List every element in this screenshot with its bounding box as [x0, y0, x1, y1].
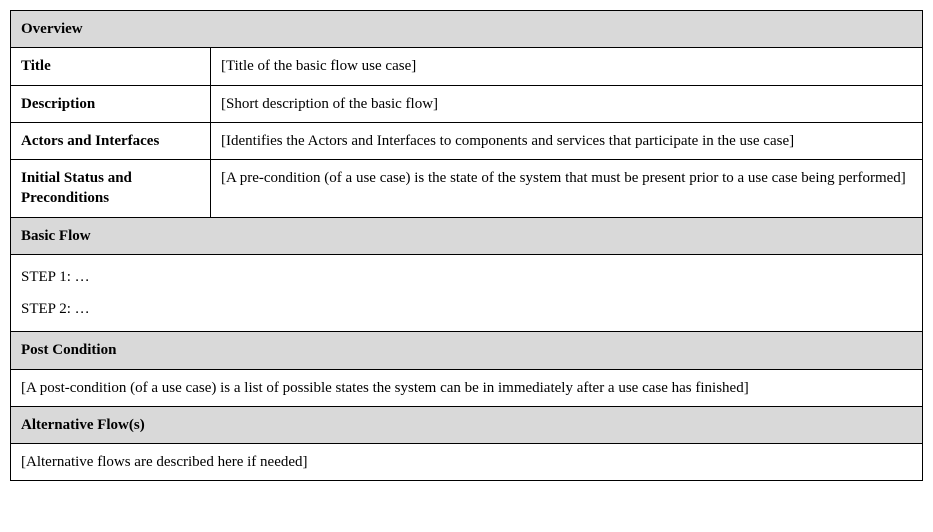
- description-value: [Short description of the basic flow]: [211, 85, 923, 122]
- basic-flow-steps: STEP 1: … STEP 2: …: [11, 254, 923, 332]
- actors-label: Actors and Interfaces: [11, 122, 211, 159]
- preconditions-value: [A pre-condition (of a use case) is the …: [211, 160, 923, 218]
- basic-flow-step: STEP 2: …: [21, 299, 912, 319]
- alternative-flow-header: Alternative Flow(s): [11, 406, 923, 443]
- overview-header: Overview: [11, 11, 923, 48]
- description-label: Description: [11, 85, 211, 122]
- basic-flow-header: Basic Flow: [11, 217, 923, 254]
- title-label: Title: [11, 48, 211, 85]
- alternative-flow-text: [Alternative flows are described here if…: [11, 444, 923, 481]
- post-condition-header: Post Condition: [11, 332, 923, 369]
- use-case-table: Overview Title [Title of the basic flow …: [10, 10, 923, 481]
- basic-flow-step: STEP 1: …: [21, 267, 912, 287]
- post-condition-text: [A post-condition (of a use case) is a l…: [11, 369, 923, 406]
- actors-value: [Identifies the Actors and Interfaces to…: [211, 122, 923, 159]
- preconditions-label: Initial Status and Preconditions: [11, 160, 211, 218]
- title-value: [Title of the basic flow use case]: [211, 48, 923, 85]
